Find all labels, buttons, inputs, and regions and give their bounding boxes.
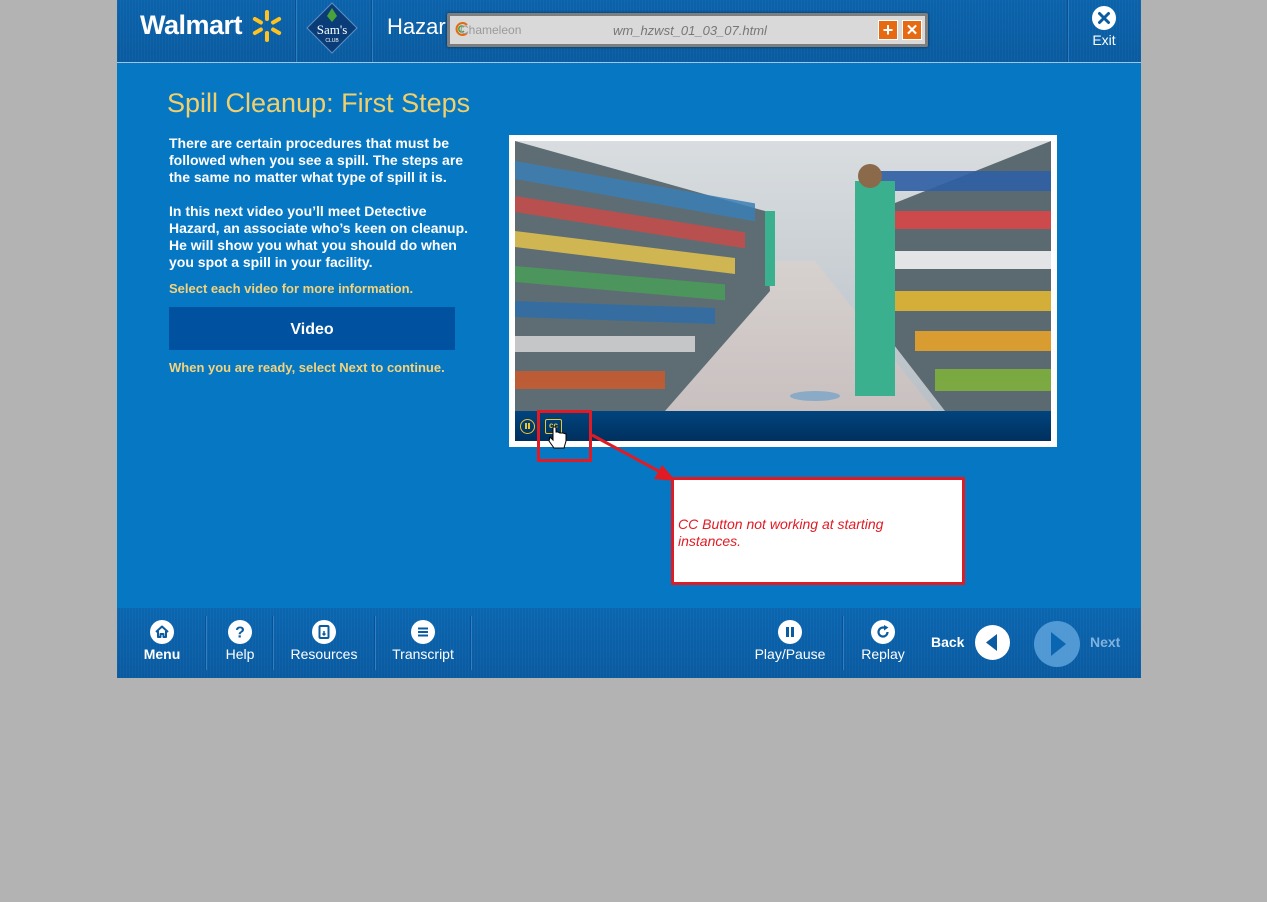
annotation-callout: CC Button not working at starting instan… <box>671 477 965 585</box>
annotation-arrow <box>548 426 676 481</box>
hand-cursor-icon <box>548 426 567 449</box>
annotation-text: CC Button not working at starting instan… <box>678 516 884 549</box>
